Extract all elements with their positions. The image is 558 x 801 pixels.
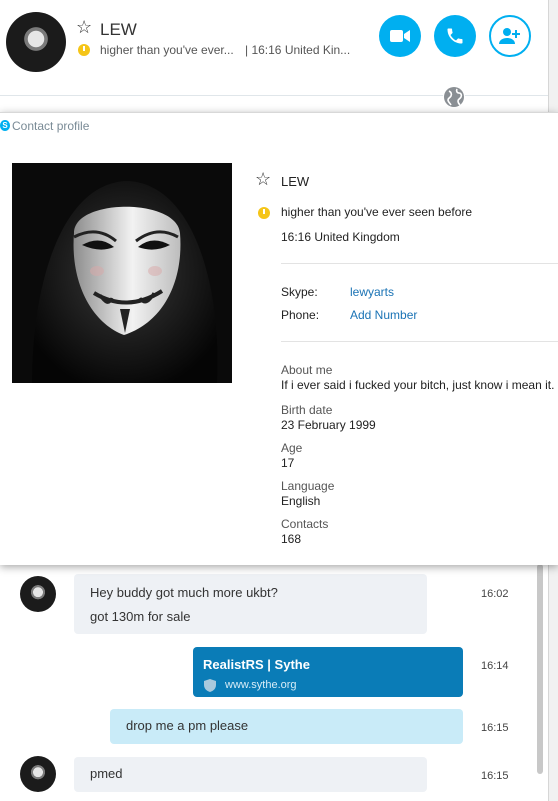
phone-label: Phone:: [281, 308, 320, 322]
about-label: About me: [281, 363, 333, 377]
link-url[interactable]: www.sythe.org: [225, 679, 297, 691]
message-bubble[interactable]: drop me a pm please: [110, 709, 463, 744]
audio-call-button[interactable]: [434, 15, 476, 57]
message-time: 16:15: [481, 770, 509, 782]
skype-logo-icon: S: [0, 120, 10, 131]
profile-local-time: 16:16 United Kingdom: [281, 230, 400, 244]
message-text: Hey buddy got much more ukbt?: [90, 585, 278, 600]
mood-message: higher than you've ever...: [100, 43, 234, 57]
link-title[interactable]: RealistRS | Sythe: [203, 657, 310, 672]
section-divider: [281, 341, 558, 342]
age-label: Age: [281, 441, 303, 455]
message-text: got 130m for sale: [90, 609, 191, 624]
add-person-icon: [499, 28, 520, 44]
contacts-value: 168: [281, 532, 302, 546]
about-value: If i ever said i fucked your bitch, just…: [281, 378, 555, 392]
message-text: drop me a pm please: [126, 718, 249, 733]
favorite-star-icon[interactable]: ☆: [255, 170, 271, 188]
message-avatar: [20, 576, 56, 612]
message-time: 16:15: [481, 722, 509, 734]
globe-icon[interactable]: [443, 86, 465, 108]
contact-avatar[interactable]: [6, 12, 66, 72]
message-text: pmed: [90, 766, 123, 781]
shield-icon: [204, 679, 216, 692]
link-preview-card[interactable]: RealistRS | Sythe www.sythe.org: [193, 647, 463, 697]
conversation-header: ☆ LEW higher than you've ever... | 16:16…: [0, 0, 548, 112]
contacts-label: Contacts: [281, 517, 329, 531]
add-number-link[interactable]: Add Number: [350, 308, 417, 322]
birth-date-label: Birth date: [281, 403, 333, 417]
header-divider: [0, 95, 548, 96]
message-time: 16:14: [481, 660, 509, 672]
profile-name: LEW: [281, 174, 310, 189]
section-divider: [281, 263, 558, 264]
language-value: English: [281, 494, 321, 508]
age-value: 17: [281, 456, 295, 470]
local-time: | 16:16 United Kin...: [245, 43, 351, 57]
language-label: Language: [281, 479, 335, 493]
skype-label: Skype:: [281, 285, 318, 299]
message-bubble[interactable]: pmed: [74, 757, 427, 792]
chat-scrollbar-thumb[interactable]: [537, 564, 543, 774]
mood-clock-icon: [78, 44, 90, 56]
skype-id-link[interactable]: lewyarts: [350, 285, 394, 299]
profile-mood: higher than you've ever seen before: [281, 205, 473, 219]
message-avatar: [20, 756, 56, 792]
add-people-button[interactable]: [489, 15, 531, 57]
chat-history: Hey buddy got much more ukbt? got 130m f…: [0, 564, 548, 801]
video-camera-icon: [390, 30, 410, 42]
contact-profile-panel: S Contact profile ☆ LEW higher than you'…: [0, 112, 558, 565]
video-call-button[interactable]: [379, 15, 421, 57]
phone-icon: [447, 28, 463, 44]
message-bubble[interactable]: Hey buddy got much more ukbt? got 130m f…: [74, 574, 427, 634]
profile-photo: [12, 163, 232, 383]
contact-name[interactable]: LEW: [100, 20, 137, 40]
chat-scrollbar[interactable]: [536, 564, 544, 801]
mood-clock-icon: [258, 207, 270, 219]
birth-date-value: 23 February 1999: [281, 418, 376, 432]
favorite-star-icon[interactable]: ☆: [76, 18, 92, 36]
message-time: 16:02: [481, 588, 509, 600]
panel-title: Contact profile: [12, 119, 90, 133]
